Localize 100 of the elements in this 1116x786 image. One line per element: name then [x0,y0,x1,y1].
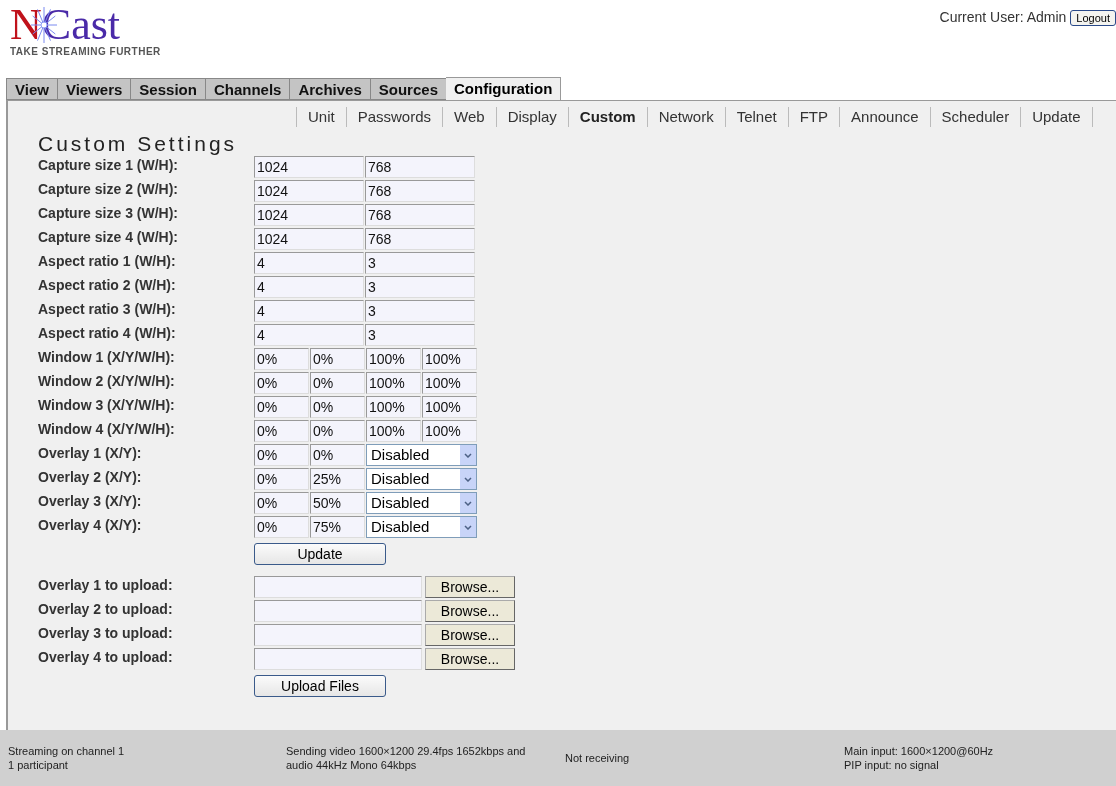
input-field[interactable]: 0% [310,420,365,442]
field-label: Overlay 4 (X/Y): [38,516,143,534]
input-field[interactable]: 4 [254,252,364,274]
sub-tab[interactable]: Custom [567,107,647,127]
status-text: Main input: 1600×1200@60Hz PIP input: no signal [844,744,995,772]
input-field[interactable]: 768 [365,204,475,226]
field-label: Window 3 (X/Y/W/H): [38,396,176,414]
input-field[interactable]: 100% [422,420,477,442]
field-label: Capture size 1 (W/H): [38,156,179,174]
input-field[interactable]: 100% [366,396,421,418]
input-field[interactable]: 3 [365,252,475,274]
field-label: Overlay 2 (X/Y): [38,468,143,486]
field-label: Overlay 4 to upload: [38,648,174,666]
input-field[interactable]: 0% [254,468,309,490]
logo-tagline: TAKE STREAMING FURTHER [10,46,161,58]
sub-tab[interactable]: Display [495,107,568,127]
chevron-icon [460,517,476,537]
update-button[interactable]: Update [254,543,386,565]
input-field[interactable]: 75% [310,516,365,538]
browse-button[interactable]: Browse... [425,576,515,598]
browse-button[interactable]: Browse... [425,624,515,646]
nav-tab[interactable]: Sources [369,78,446,100]
dropdown[interactable]: Disabled [366,468,477,490]
sub-tab[interactable]: Telnet [724,107,788,127]
input-field[interactable]: 4 [254,276,364,298]
nav-tab[interactable]: Viewers [56,78,131,100]
input-field[interactable]: 50% [310,492,365,514]
input-field[interactable]: 4 [254,324,364,346]
input-field[interactable]: 0% [310,444,365,466]
input-field[interactable]: 1024 [254,156,364,178]
input-field[interactable]: 0% [254,420,309,442]
nav-tab[interactable]: View [6,78,57,100]
file-field[interactable] [254,576,422,598]
input-field[interactable]: 0% [254,516,309,538]
chevron-icon [460,493,476,513]
input-field[interactable]: 100% [422,348,477,370]
dropdown[interactable]: Disabled [366,444,477,466]
input-field[interactable]: 3 [365,276,475,298]
field-label: Aspect ratio 4 (W/H): [38,324,177,342]
input-field[interactable]: 100% [366,420,421,442]
dropdown[interactable]: Disabled [366,516,477,538]
status-text: Streaming on channel 1 1 participant [8,744,126,772]
input-field[interactable]: 1024 [254,228,364,250]
sub-tab[interactable]: FTP [787,107,840,127]
current-user: Current User: Admin [939,8,1067,27]
input-field[interactable]: 100% [366,372,421,394]
input-field[interactable]: 0% [254,348,309,370]
browse-button[interactable]: Browse... [425,648,515,670]
field-label: Aspect ratio 3 (W/H): [38,300,177,318]
input-field[interactable]: 0% [254,396,309,418]
input-field[interactable]: 100% [422,396,477,418]
sub-tab[interactable]: Announce [839,107,930,127]
input-field[interactable]: 768 [365,156,475,178]
sub-tab[interactable]: Update [1020,107,1093,127]
nav-tab[interactable]: Session [130,78,205,100]
field-label: Capture size 2 (W/H): [38,180,179,198]
input-field[interactable]: 768 [365,180,475,202]
input-field[interactable]: 0% [310,396,365,418]
file-field[interactable] [254,600,422,622]
field-label: Overlay 1 (X/Y): [38,444,143,462]
input-field[interactable]: 1024 [254,204,364,226]
input-field[interactable]: 4 [254,300,364,322]
upload-files-button[interactable]: Upload Files [254,675,386,697]
nav-tab[interactable]: Channels [204,78,290,100]
sub-tab[interactable]: Network [646,107,725,127]
field-label: Window 2 (X/Y/W/H): [38,372,176,390]
input-field[interactable]: 0% [310,348,365,370]
input-field[interactable]: 100% [422,372,477,394]
input-field[interactable]: 0% [310,372,365,394]
field-label: Window 1 (X/Y/W/H): [38,348,176,366]
input-field[interactable]: 0% [254,492,309,514]
nav-tab[interactable]: Configuration [446,77,562,100]
file-field[interactable] [254,624,422,646]
input-field[interactable]: 1024 [254,180,364,202]
field-label: Overlay 3 (X/Y): [38,492,143,510]
sub-tab[interactable]: Web [442,107,496,127]
field-label: Overlay 2 to upload: [38,600,174,618]
logout-button[interactable]: Logout [1070,9,1116,26]
field-label: Overlay 3 to upload: [38,624,174,642]
input-field[interactable]: 100% [366,348,421,370]
file-field[interactable] [254,648,422,670]
field-label: Capture size 3 (W/H): [38,204,179,222]
dropdown[interactable]: Disabled [366,492,477,514]
logo: NCast [10,4,120,46]
nav-tab[interactable]: Archives [289,78,370,100]
sub-tab[interactable]: Unit [296,107,346,127]
page-title: Custom Settings [38,132,239,156]
input-field[interactable]: 768 [365,228,475,250]
sub-tab[interactable]: Scheduler [929,107,1021,127]
input-field[interactable]: 3 [365,300,475,322]
chevron-icon [460,445,476,465]
browse-button[interactable]: Browse... [425,600,515,622]
field-label: Capture size 4 (W/H): [38,228,179,246]
input-field[interactable]: 25% [310,468,365,490]
status-text: Not receiving [565,751,631,765]
sub-tab[interactable]: Passwords [345,107,443,127]
input-field[interactable]: 3 [365,324,475,346]
input-field[interactable]: 0% [254,444,309,466]
chevron-icon [460,469,476,489]
input-field[interactable]: 0% [254,372,309,394]
